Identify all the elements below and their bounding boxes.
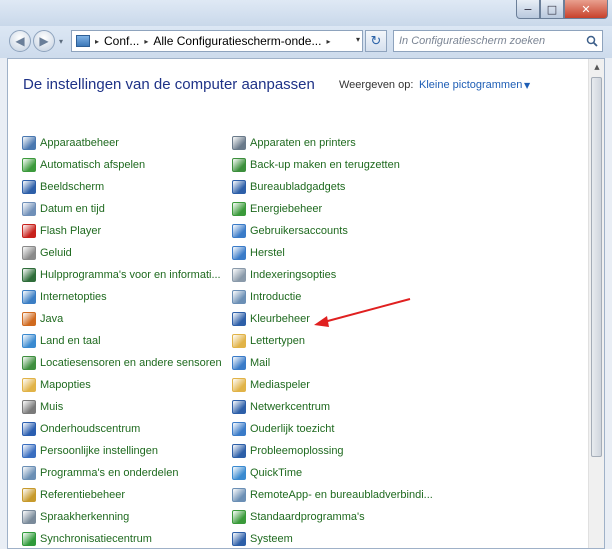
back-button[interactable]: ◀ — [9, 30, 31, 52]
crumb-separator[interactable]: ▸ — [95, 37, 99, 46]
refresh-button[interactable]: ↻ — [365, 30, 387, 52]
close-button[interactable]: ✕ — [564, 0, 608, 19]
annotation-arrow — [314, 298, 411, 327]
search-box[interactable]: In Configuratiescherm zoeken — [393, 30, 603, 52]
breadcrumb-control-panel[interactable]: Conf... — [104, 34, 139, 48]
breadcrumb-all-items[interactable]: Alle Configuratiescherm-onde... — [153, 34, 321, 48]
address-dropdown-icon[interactable]: ▾ — [356, 35, 360, 44]
crumb-separator[interactable]: ▸ — [144, 37, 148, 46]
scroll-thumb[interactable] — [591, 77, 602, 457]
navigation-bar: ◀ ▶ ▾ ▸ Conf... ▸ Alle Configuratiescher… — [0, 26, 612, 58]
vertical-scrollbar[interactable]: ▲ — [588, 59, 604, 548]
title-bar: − □ ✕ — [0, 0, 612, 26]
crumb-separator[interactable]: ▸ — [326, 37, 330, 46]
address-bar[interactable]: ▸ Conf... ▸ Alle Configuratiescherm-onde… — [71, 30, 363, 52]
forward-button[interactable]: ▶ — [33, 30, 55, 52]
search-icon[interactable] — [582, 31, 602, 51]
search-input[interactable]: In Configuratiescherm zoeken — [399, 35, 582, 47]
maximize-button[interactable]: □ — [540, 0, 564, 19]
content-pane: De instellingen van de computer aanpasse… — [7, 58, 605, 549]
control-panel-icon — [76, 35, 90, 47]
scroll-up-icon[interactable]: ▲ — [589, 59, 604, 75]
recent-pages-icon[interactable]: ▾ — [59, 37, 63, 46]
minimize-button[interactable]: − — [516, 0, 540, 19]
